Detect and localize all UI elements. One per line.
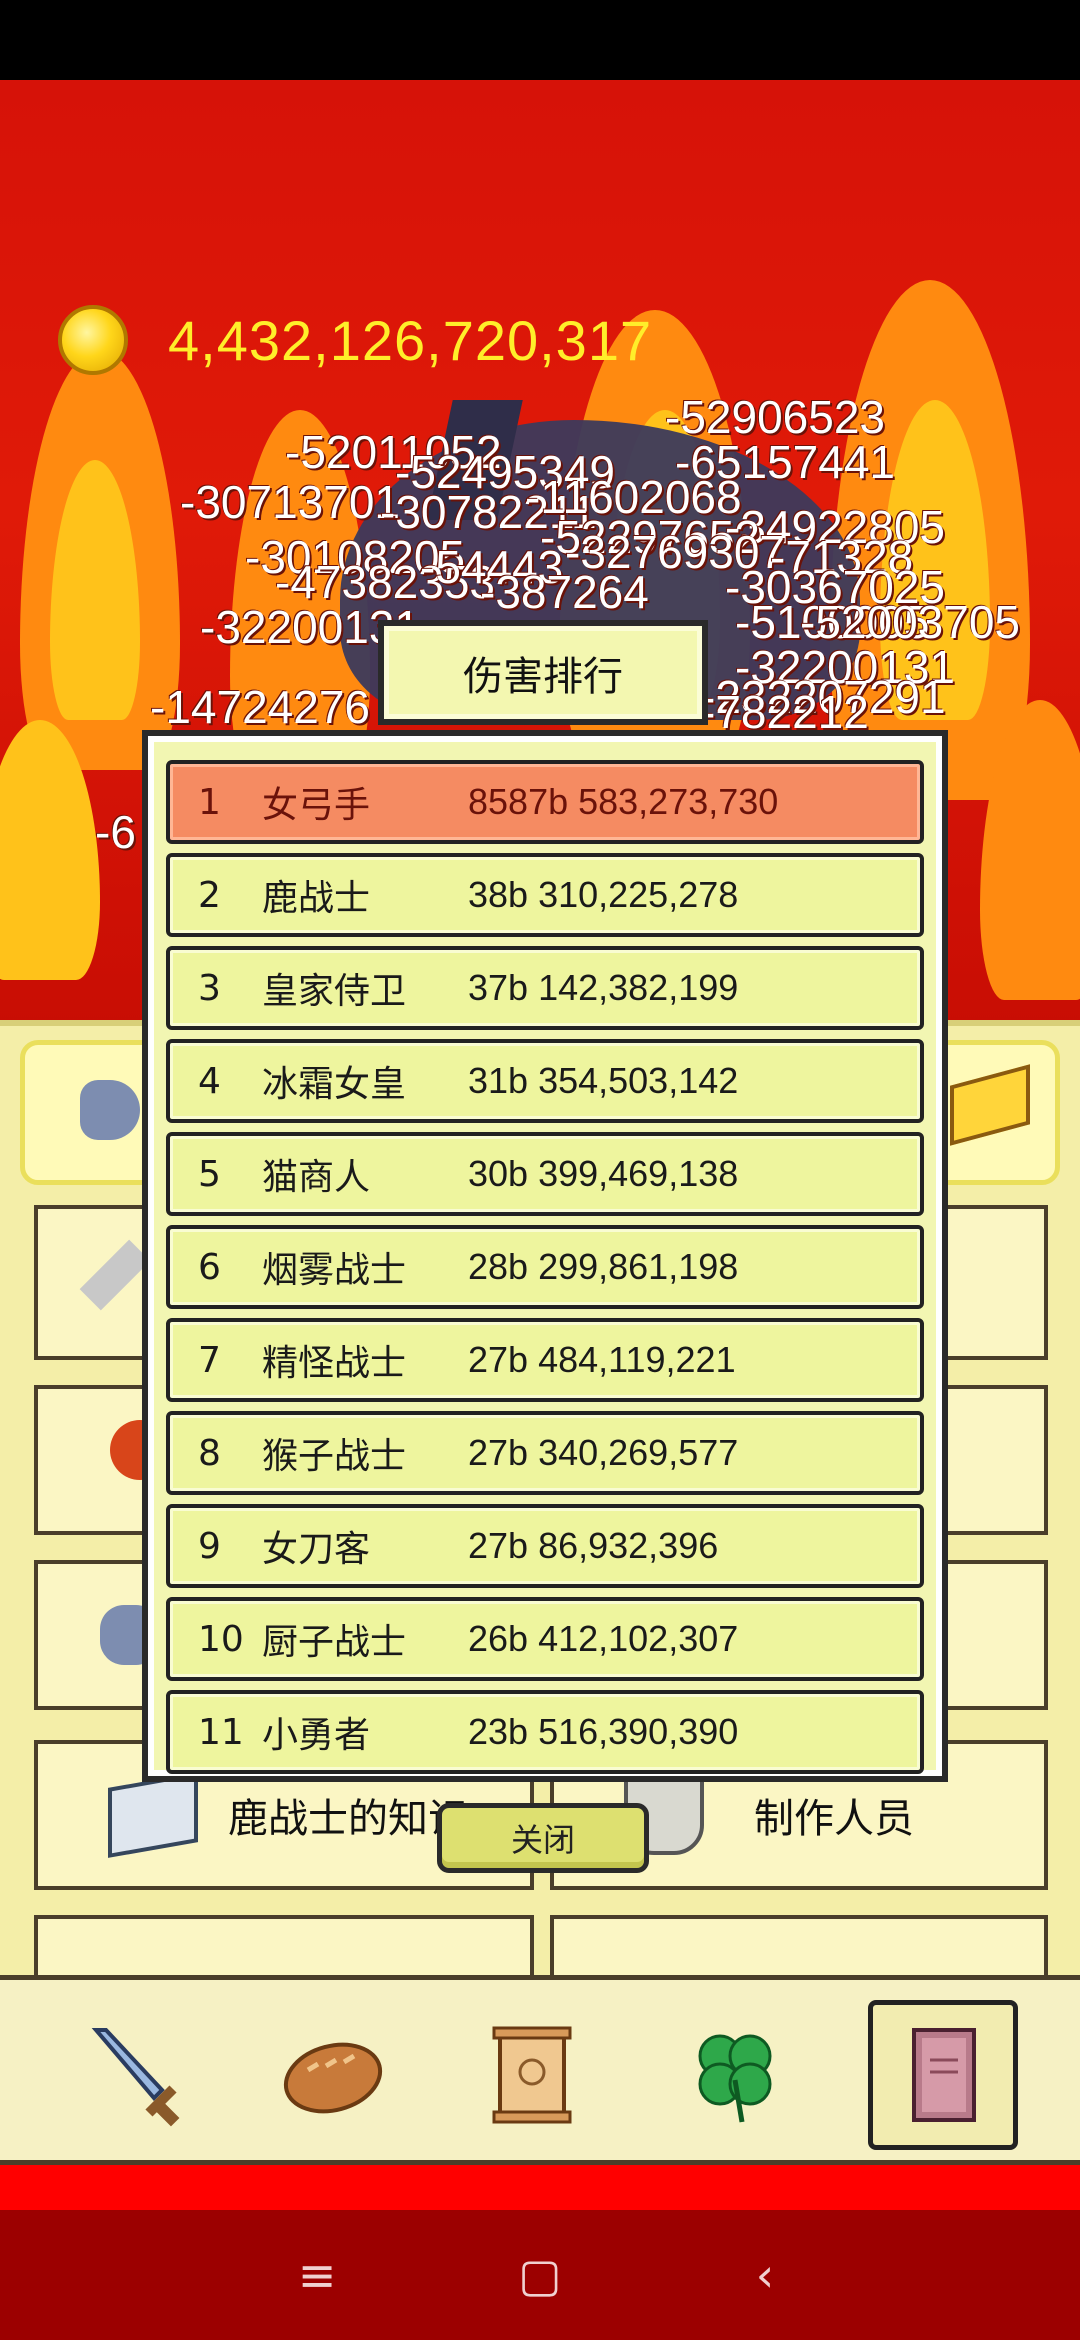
hero-name: 精怪战士 bbox=[262, 1343, 407, 1384]
hero-name: 女弓手 bbox=[262, 785, 371, 826]
bottom-tab-bar bbox=[0, 1975, 1080, 2165]
ranking-row[interactable]: 2 鹿战士 38b 310,225,278 bbox=[166, 853, 924, 937]
hero-name: 烟雾战士 bbox=[262, 1250, 407, 1291]
home-icon[interactable]: ▢ bbox=[505, 2240, 575, 2310]
damage-value: 26b 412,102,307 bbox=[468, 1618, 739, 1659]
damage-value: 37b 142,382,199 bbox=[468, 967, 739, 1008]
coin-counter: 4,432,126,720,317 bbox=[58, 300, 652, 380]
damage-value: 31b 354,503,142 bbox=[468, 1060, 739, 1101]
fish-icon[interactable] bbox=[80, 1080, 140, 1140]
ranking-row[interactable]: 1 女弓手 8587b 583,273,730 bbox=[166, 760, 924, 844]
ranking-row[interactable]: 10 厨子战士 26b 412,102,307 bbox=[166, 1597, 924, 1681]
damage-value: 23b 516,390,390 bbox=[468, 1711, 739, 1752]
bottom-red-strip bbox=[0, 2165, 1080, 2210]
close-button[interactable]: 关闭 bbox=[437, 1803, 649, 1873]
system-navigation-bar: ≡ ▢ ‹ bbox=[0, 2210, 1080, 2340]
close-button-label: 关闭 bbox=[510, 1821, 575, 1859]
hero-name: 冰霜女皇 bbox=[262, 1064, 407, 1105]
tab-sword[interactable] bbox=[62, 2000, 212, 2150]
coin-amount: 4,432,126,720,317 bbox=[168, 308, 653, 372]
rank-number: 7 bbox=[198, 1339, 221, 1381]
status-bar bbox=[0, 0, 1080, 80]
credits-label: 制作人员 bbox=[754, 1796, 914, 1842]
rank-number: 3 bbox=[198, 967, 221, 1009]
tab-bread[interactable] bbox=[258, 2000, 408, 2150]
sword-icon bbox=[91, 2028, 180, 2127]
hero-name: 厨子战士 bbox=[262, 1622, 407, 1663]
rank-number: 2 bbox=[198, 874, 221, 916]
damage-ranking-panel[interactable]: 1 女弓手 8587b 583,273,730 2 鹿战士 38b 310,22… bbox=[142, 730, 948, 1782]
hero-name: 女刀客 bbox=[262, 1529, 371, 1570]
rank-number: 4 bbox=[198, 1060, 221, 1102]
damage-value: 28b 299,861,198 bbox=[468, 1246, 739, 1287]
damage-value: 30b 399,469,138 bbox=[468, 1153, 739, 1194]
book-icon bbox=[912, 2028, 976, 2122]
damage-value: 27b 484,119,221 bbox=[468, 1339, 736, 1380]
hero-name: 鹿战士 bbox=[262, 878, 371, 919]
tab-clover[interactable] bbox=[660, 2000, 810, 2150]
damage-value: 38b 310,225,278 bbox=[468, 874, 739, 915]
rank-number: 6 bbox=[198, 1246, 221, 1288]
rank-number: 11 bbox=[198, 1711, 244, 1753]
hero-name: 小勇者 bbox=[262, 1715, 371, 1756]
rank-number: 8 bbox=[198, 1432, 221, 1474]
ranking-row[interactable]: 6 烟雾战士 28b 299,861,198 bbox=[166, 1225, 924, 1309]
ranking-row[interactable]: 9 女刀客 27b 86,932,396 bbox=[166, 1504, 924, 1588]
gold-coin-icon bbox=[58, 305, 128, 375]
tab-book[interactable] bbox=[868, 2000, 1018, 2150]
ranking-row[interactable]: 3 皇家侍卫 37b 142,382,199 bbox=[166, 946, 924, 1030]
ranking-row[interactable]: 8 猴子战士 27b 340,269,577 bbox=[166, 1411, 924, 1495]
damage-value: 8587b 583,273,730 bbox=[468, 781, 779, 822]
ranking-row[interactable]: 5 猫商人 30b 399,469,138 bbox=[166, 1132, 924, 1216]
hero-name: 皇家侍卫 bbox=[262, 971, 407, 1012]
rank-number: 5 bbox=[198, 1153, 221, 1195]
scroll-icon bbox=[492, 2026, 572, 2124]
open-book-icon bbox=[108, 1772, 198, 1858]
rank-number: 10 bbox=[198, 1618, 244, 1660]
hero-name: 猴子战士 bbox=[262, 1436, 407, 1477]
back-icon[interactable]: ‹ bbox=[730, 2240, 800, 2310]
tab-scroll[interactable] bbox=[458, 2000, 608, 2150]
ranking-title-box: 伤害排行 bbox=[378, 620, 708, 725]
ranking-row[interactable]: 11 小勇者 23b 516,390,390 bbox=[166, 1690, 924, 1774]
clover-icon bbox=[698, 2034, 772, 2123]
knowledge-label: 鹿战士的知识 bbox=[228, 1796, 468, 1842]
damage-value: 27b 340,269,577 bbox=[468, 1432, 739, 1473]
rank-number: 1 bbox=[198, 781, 221, 823]
rank-number: 9 bbox=[198, 1525, 221, 1567]
ranking-row[interactable]: 4 冰霜女皇 31b 354,503,142 bbox=[166, 1039, 924, 1123]
menu-icon[interactable]: ≡ bbox=[282, 2240, 352, 2310]
hero-name: 猫商人 bbox=[262, 1157, 371, 1198]
ranking-title: 伤害排行 bbox=[463, 653, 623, 700]
bread-icon bbox=[283, 2042, 383, 2114]
ranking-row[interactable]: 7 精怪战士 27b 484,119,221 bbox=[166, 1318, 924, 1402]
damage-value: 27b 86,932,396 bbox=[468, 1525, 719, 1566]
